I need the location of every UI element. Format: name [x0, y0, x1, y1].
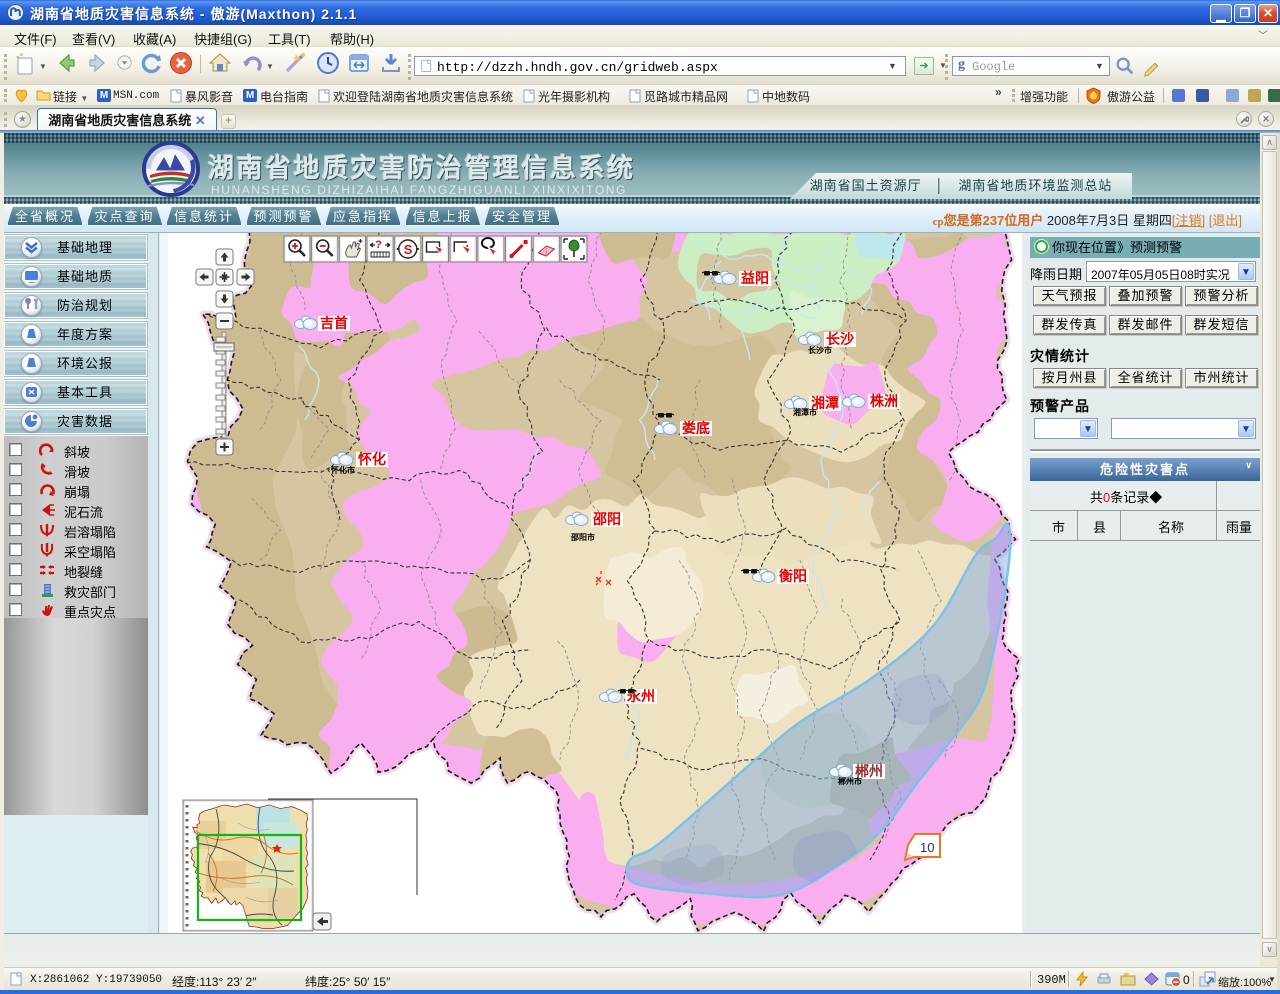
svg-text:邵阳: 邵阳	[592, 511, 621, 527]
svg-text:长沙市: 长沙市	[808, 345, 832, 355]
svg-text:S: S	[404, 242, 413, 257]
svg-text:湘潭市: 湘潭市	[793, 407, 817, 417]
svg-text:衡阳: 衡阳	[779, 568, 807, 584]
svg-text:娄底: 娄底	[682, 420, 710, 436]
svg-text:怀化市: 怀化市	[331, 465, 355, 475]
svg-text:郴州市: 郴州市	[838, 776, 862, 786]
svg-text:株洲: 株洲	[870, 393, 898, 409]
svg-text:怀化: 怀化	[358, 451, 386, 467]
svg-text:10: 10	[920, 840, 934, 855]
svg-text:邵阳市: 邵阳市	[570, 532, 595, 542]
svg-text:益阳: 益阳	[741, 270, 769, 286]
svg-text:吉首: 吉首	[320, 315, 348, 331]
svg-text:长沙: 长沙	[826, 331, 854, 347]
svg-text:?: ?	[375, 239, 382, 251]
